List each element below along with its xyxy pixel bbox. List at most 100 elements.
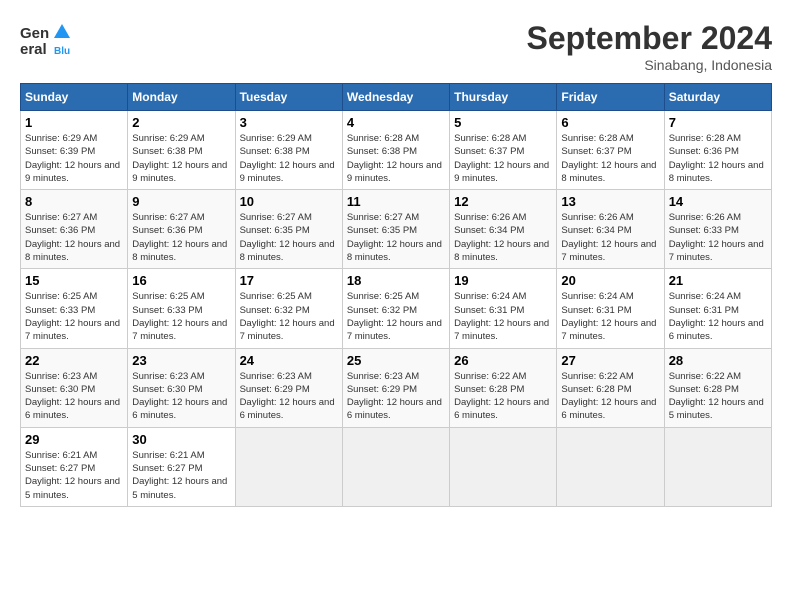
calendar-cell: 17 Sunrise: 6:25 AM Sunset: 6:32 PM Dayl…: [235, 269, 342, 348]
calendar-cell: 11 Sunrise: 6:27 AM Sunset: 6:35 PM Dayl…: [342, 190, 449, 269]
header-day-sunday: Sunday: [21, 84, 128, 111]
calendar-cell: 18 Sunrise: 6:25 AM Sunset: 6:32 PM Dayl…: [342, 269, 449, 348]
daylight: Daylight: 12 hours and 8 minutes.: [25, 239, 120, 263]
month-title: September 2024: [527, 20, 772, 57]
calendar-cell: 22 Sunrise: 6:23 AM Sunset: 6:30 PM Dayl…: [21, 348, 128, 427]
sunset: Sunset: 6:38 PM: [347, 146, 417, 157]
cell-info: Sunrise: 6:28 AM Sunset: 6:38 PM Dayligh…: [347, 132, 445, 185]
sunset: Sunset: 6:31 PM: [454, 305, 524, 316]
cell-info: Sunrise: 6:21 AM Sunset: 6:27 PM Dayligh…: [25, 449, 123, 502]
day-number: 5: [454, 115, 552, 130]
sunset: Sunset: 6:39 PM: [25, 146, 95, 157]
daylight: Daylight: 12 hours and 7 minutes.: [347, 318, 442, 342]
day-number: 2: [132, 115, 230, 130]
sunset: Sunset: 6:33 PM: [132, 305, 202, 316]
sunset: Sunset: 6:32 PM: [347, 305, 417, 316]
week-row-1: 1 Sunrise: 6:29 AM Sunset: 6:39 PM Dayli…: [21, 111, 772, 190]
calendar-cell: 15 Sunrise: 6:25 AM Sunset: 6:33 PM Dayl…: [21, 269, 128, 348]
day-number: 21: [669, 273, 767, 288]
daylight: Daylight: 12 hours and 5 minutes.: [669, 397, 764, 421]
header-row: SundayMondayTuesdayWednesdayThursdayFrid…: [21, 84, 772, 111]
day-number: 3: [240, 115, 338, 130]
header-day-saturday: Saturday: [664, 84, 771, 111]
sunset: Sunset: 6:33 PM: [25, 305, 95, 316]
daylight: Daylight: 12 hours and 5 minutes.: [25, 476, 120, 500]
sunrise: Sunrise: 6:23 AM: [347, 371, 419, 382]
calendar-cell: 26 Sunrise: 6:22 AM Sunset: 6:28 PM Dayl…: [450, 348, 557, 427]
daylight: Daylight: 12 hours and 8 minutes.: [132, 239, 227, 263]
sunrise: Sunrise: 6:24 AM: [669, 291, 741, 302]
calendar-cell: 8 Sunrise: 6:27 AM Sunset: 6:36 PM Dayli…: [21, 190, 128, 269]
sunrise: Sunrise: 6:22 AM: [454, 371, 526, 382]
daylight: Daylight: 12 hours and 7 minutes.: [454, 318, 549, 342]
header-day-friday: Friday: [557, 84, 664, 111]
calendar-cell: 24 Sunrise: 6:23 AM Sunset: 6:29 PM Dayl…: [235, 348, 342, 427]
sunrise: Sunrise: 6:26 AM: [454, 212, 526, 223]
calendar-cell: [664, 427, 771, 506]
cell-info: Sunrise: 6:28 AM Sunset: 6:37 PM Dayligh…: [561, 132, 659, 185]
daylight: Daylight: 12 hours and 9 minutes.: [25, 160, 120, 184]
daylight: Daylight: 12 hours and 7 minutes.: [25, 318, 120, 342]
sunset: Sunset: 6:34 PM: [454, 225, 524, 236]
cell-info: Sunrise: 6:25 AM Sunset: 6:32 PM Dayligh…: [347, 290, 445, 343]
day-number: 27: [561, 353, 659, 368]
sunset: Sunset: 6:33 PM: [669, 225, 739, 236]
header-day-thursday: Thursday: [450, 84, 557, 111]
sunset: Sunset: 6:29 PM: [240, 384, 310, 395]
sunrise: Sunrise: 6:29 AM: [240, 133, 312, 144]
sunset: Sunset: 6:27 PM: [132, 463, 202, 474]
daylight: Daylight: 12 hours and 7 minutes.: [669, 239, 764, 263]
sunrise: Sunrise: 6:28 AM: [561, 133, 633, 144]
cell-info: Sunrise: 6:27 AM Sunset: 6:35 PM Dayligh…: [240, 211, 338, 264]
day-number: 14: [669, 194, 767, 209]
cell-info: Sunrise: 6:24 AM Sunset: 6:31 PM Dayligh…: [669, 290, 767, 343]
sunrise: Sunrise: 6:25 AM: [132, 291, 204, 302]
calendar-cell: 29 Sunrise: 6:21 AM Sunset: 6:27 PM Dayl…: [21, 427, 128, 506]
day-number: 4: [347, 115, 445, 130]
sunrise: Sunrise: 6:22 AM: [561, 371, 633, 382]
daylight: Daylight: 12 hours and 6 minutes.: [669, 318, 764, 342]
sunset: Sunset: 6:35 PM: [347, 225, 417, 236]
cell-info: Sunrise: 6:23 AM Sunset: 6:30 PM Dayligh…: [25, 370, 123, 423]
daylight: Daylight: 12 hours and 7 minutes.: [561, 239, 656, 263]
daylight: Daylight: 12 hours and 7 minutes.: [132, 318, 227, 342]
cell-info: Sunrise: 6:24 AM Sunset: 6:31 PM Dayligh…: [561, 290, 659, 343]
sunrise: Sunrise: 6:21 AM: [25, 450, 97, 461]
calendar-cell: 27 Sunrise: 6:22 AM Sunset: 6:28 PM Dayl…: [557, 348, 664, 427]
cell-info: Sunrise: 6:23 AM Sunset: 6:29 PM Dayligh…: [347, 370, 445, 423]
cell-info: Sunrise: 6:25 AM Sunset: 6:33 PM Dayligh…: [132, 290, 230, 343]
cell-info: Sunrise: 6:27 AM Sunset: 6:36 PM Dayligh…: [132, 211, 230, 264]
sunrise: Sunrise: 6:24 AM: [561, 291, 633, 302]
cell-info: Sunrise: 6:29 AM Sunset: 6:38 PM Dayligh…: [240, 132, 338, 185]
cell-info: Sunrise: 6:26 AM Sunset: 6:34 PM Dayligh…: [561, 211, 659, 264]
cell-info: Sunrise: 6:25 AM Sunset: 6:33 PM Dayligh…: [25, 290, 123, 343]
calendar-cell: 6 Sunrise: 6:28 AM Sunset: 6:37 PM Dayli…: [557, 111, 664, 190]
sunset: Sunset: 6:36 PM: [132, 225, 202, 236]
calendar-cell: 7 Sunrise: 6:28 AM Sunset: 6:36 PM Dayli…: [664, 111, 771, 190]
week-row-5: 29 Sunrise: 6:21 AM Sunset: 6:27 PM Dayl…: [21, 427, 772, 506]
sunrise: Sunrise: 6:25 AM: [25, 291, 97, 302]
svg-text:eral: eral: [20, 41, 47, 58]
cell-info: Sunrise: 6:22 AM Sunset: 6:28 PM Dayligh…: [454, 370, 552, 423]
header-day-monday: Monday: [128, 84, 235, 111]
sunrise: Sunrise: 6:28 AM: [669, 133, 741, 144]
daylight: Daylight: 12 hours and 6 minutes.: [25, 397, 120, 421]
day-number: 17: [240, 273, 338, 288]
sunrise: Sunrise: 6:28 AM: [347, 133, 419, 144]
day-number: 8: [25, 194, 123, 209]
cell-info: Sunrise: 6:26 AM Sunset: 6:33 PM Dayligh…: [669, 211, 767, 264]
sunset: Sunset: 6:36 PM: [669, 146, 739, 157]
daylight: Daylight: 12 hours and 8 minutes.: [347, 239, 442, 263]
daylight: Daylight: 12 hours and 8 minutes.: [669, 160, 764, 184]
calendar-cell: 4 Sunrise: 6:28 AM Sunset: 6:38 PM Dayli…: [342, 111, 449, 190]
daylight: Daylight: 12 hours and 9 minutes.: [240, 160, 335, 184]
cell-info: Sunrise: 6:26 AM Sunset: 6:34 PM Dayligh…: [454, 211, 552, 264]
header-day-tuesday: Tuesday: [235, 84, 342, 111]
logo: Gen eral Blue: [20, 20, 70, 64]
week-row-2: 8 Sunrise: 6:27 AM Sunset: 6:36 PM Dayli…: [21, 190, 772, 269]
calendar-cell: 30 Sunrise: 6:21 AM Sunset: 6:27 PM Dayl…: [128, 427, 235, 506]
svg-text:Gen: Gen: [20, 25, 49, 42]
calendar-cell: [557, 427, 664, 506]
calendar-cell: 1 Sunrise: 6:29 AM Sunset: 6:39 PM Dayli…: [21, 111, 128, 190]
day-number: 24: [240, 353, 338, 368]
